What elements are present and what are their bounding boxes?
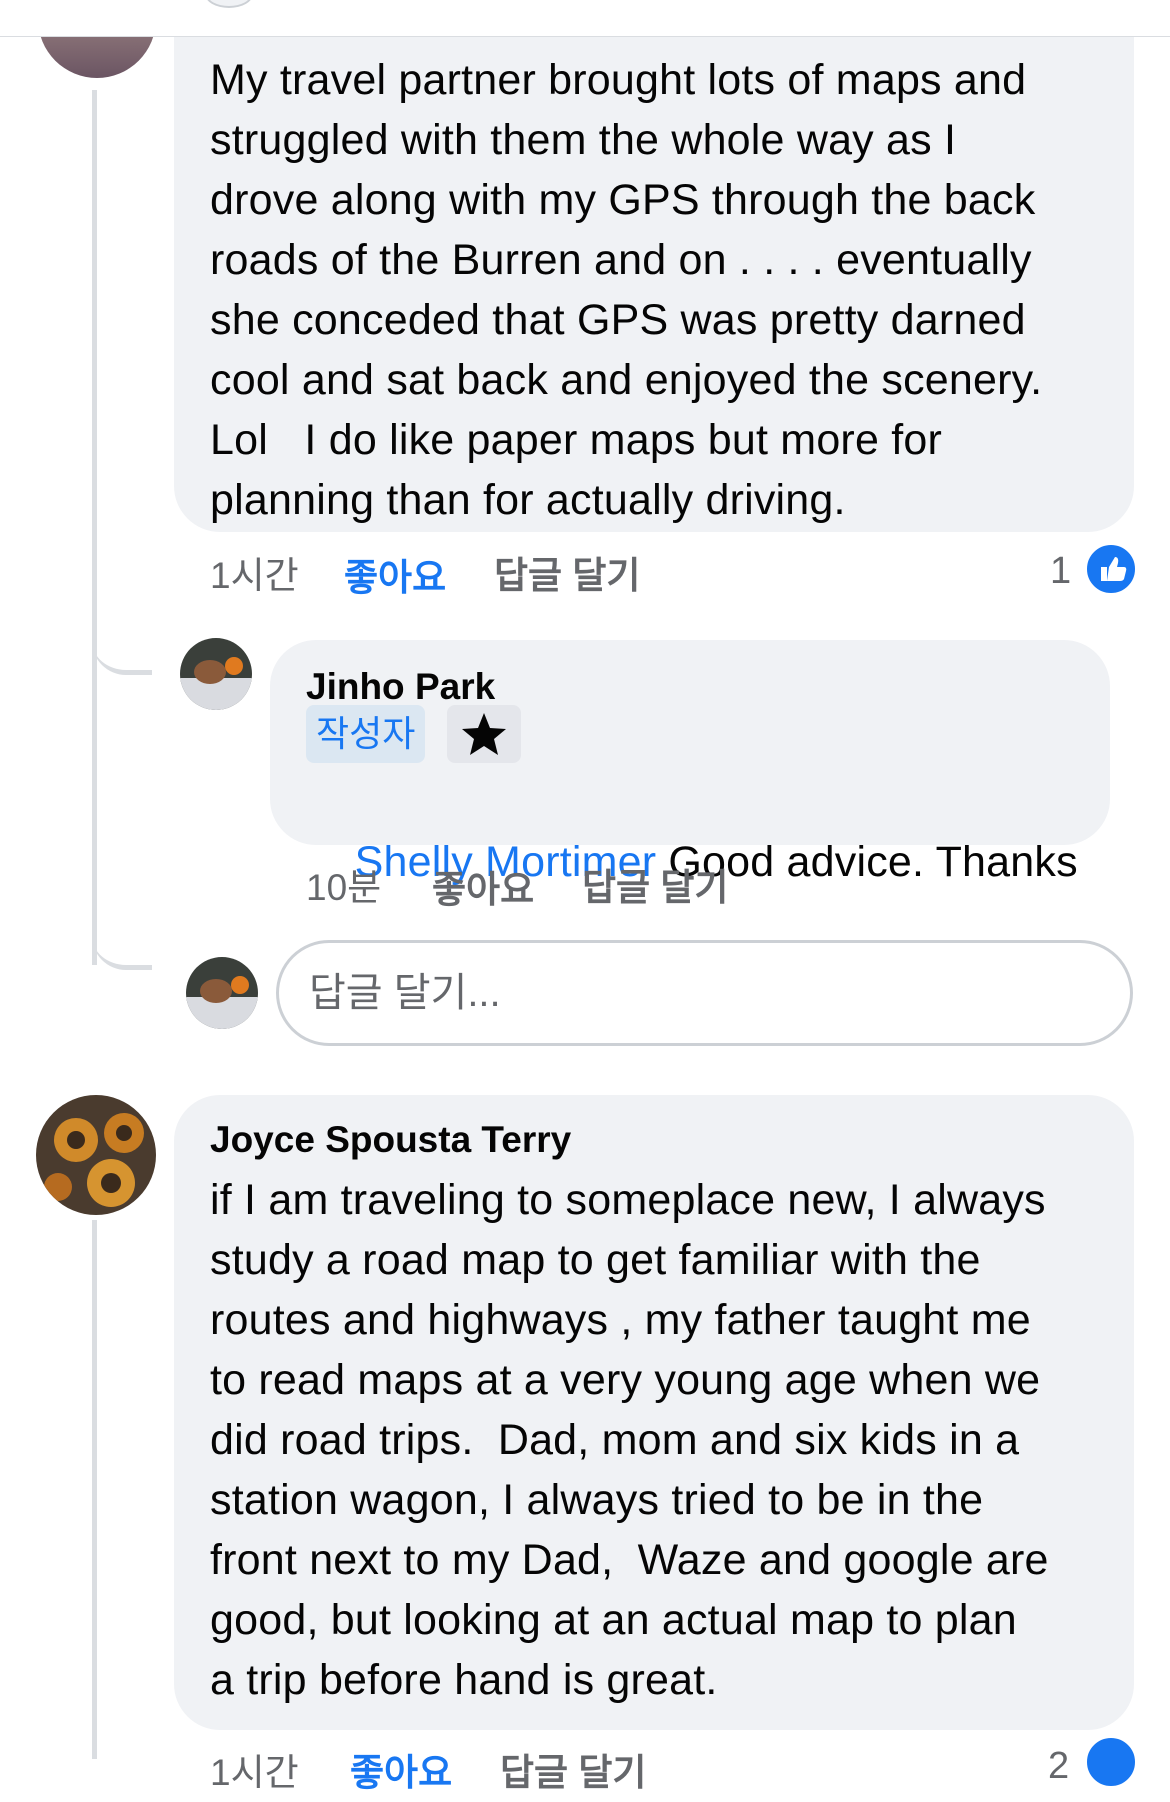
- like-button[interactable]: 좋아요: [350, 1742, 452, 1796]
- thread-line: [92, 90, 97, 965]
- avatar[interactable]: [36, 1095, 156, 1215]
- author-badge: 작성자: [306, 705, 426, 763]
- thread-connector: [92, 900, 152, 970]
- reply-button[interactable]: 답글 달기: [500, 1742, 646, 1796]
- like-button[interactable]: 좋아요: [432, 859, 534, 913]
- comment-time: 10분: [306, 867, 382, 908]
- avatar[interactable]: [186, 957, 258, 1029]
- comment-text: My travel partner brought lots of maps a…: [210, 56, 1043, 524]
- profile-photo: [186, 957, 258, 1029]
- comment-actions: 1시간 좋아요 답글 달기: [210, 1742, 1140, 1802]
- profile-photo: [36, 1095, 156, 1215]
- star-icon: [462, 713, 506, 755]
- reaction-count[interactable]: 1: [1050, 550, 1071, 593]
- comment-time: 1시간: [210, 555, 299, 596]
- reply-button[interactable]: 답글 달기: [494, 545, 640, 599]
- reply-input[interactable]: 답글 달기...: [276, 940, 1133, 1046]
- comment-author[interactable]: Jinho Park: [306, 666, 495, 708]
- reply-button[interactable]: 답글 달기: [582, 857, 728, 911]
- thumbs-up-icon[interactable]: [1084, 1735, 1138, 1789]
- comment-text: if I am traveling to someplace new, I al…: [210, 1176, 1049, 1704]
- comment-actions: 10분 좋아요 답글 달기: [306, 857, 1106, 917]
- comment-author[interactable]: Joyce Spousta Terry: [210, 1119, 571, 1161]
- avatar[interactable]: [205, 0, 253, 8]
- avatar[interactable]: [180, 638, 252, 710]
- comment-bubble: My travel partner brought lots of maps a…: [174, 15, 1134, 532]
- badge-star: [447, 705, 521, 763]
- top-bar: [0, 0, 1170, 37]
- comment-bubble: Joyce Spousta Terry if I am traveling to…: [174, 1095, 1134, 1730]
- reply-bubble: Jinho Park 작성자 Shelly Mortimer Good advi…: [270, 640, 1110, 886]
- thread-line: [92, 1220, 97, 1759]
- comment-time: 1시간: [210, 1752, 299, 1793]
- thumbs-up-icon[interactable]: [1084, 542, 1138, 596]
- thread-connector: [92, 600, 152, 675]
- reply-placeholder: 답글 달기...: [309, 971, 501, 1015]
- reaction-count[interactable]: 2: [1048, 1745, 1069, 1788]
- profile-photo: [180, 638, 252, 710]
- comment-actions: 1시간 좋아요 답글 달기: [210, 545, 1140, 605]
- like-button[interactable]: 좋아요: [344, 547, 446, 601]
- thumbs-up-glyph: [1101, 557, 1127, 581]
